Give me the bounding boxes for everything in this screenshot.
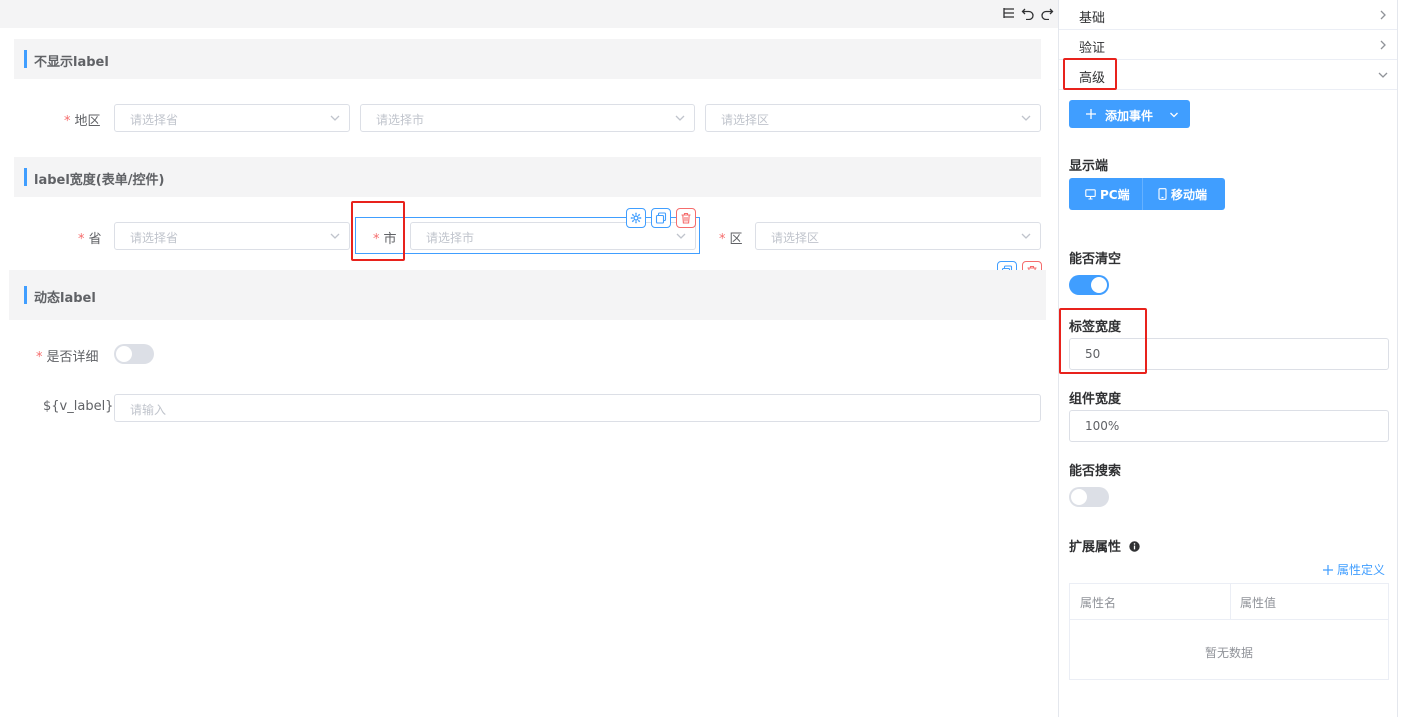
province-label: * 省 [78, 232, 102, 247]
chevron-down-icon [1021, 233, 1031, 239]
column-header-name: 属性名 [1080, 596, 1117, 610]
searchable-title: 能否搜索 [1069, 464, 1122, 479]
switch-knob [1071, 489, 1087, 505]
table-header: 属性名 属性值 [1070, 584, 1388, 620]
region-label: * 地区 [64, 114, 101, 129]
label-width-input[interactable]: 50 [1069, 338, 1389, 370]
add-attribute-link[interactable]: 属性定义 [1323, 561, 1385, 578]
display-pc-button[interactable]: PC端 [1069, 178, 1142, 210]
section-title: 不显示label [34, 55, 109, 70]
chevron-right-icon [1380, 40, 1386, 50]
copy-icon [655, 212, 667, 224]
var-label: ${v_label} [43, 399, 114, 414]
district-label: * 区 [719, 232, 743, 247]
accordion-advanced[interactable]: 高级 [1059, 60, 1397, 90]
add-event-label: 添加事件 [1105, 109, 1154, 123]
searchable-switch[interactable] [1069, 487, 1109, 507]
detail-switch[interactable] [114, 344, 154, 364]
component-copy-button[interactable] [651, 208, 671, 228]
component-width-title: 组件宽度 [1069, 392, 1122, 407]
mobile-icon [1158, 188, 1167, 200]
chevron-down-icon [330, 115, 340, 121]
section-title: label宽度(表单/控件) [34, 173, 165, 188]
chevron-down-icon [675, 115, 685, 121]
gear-icon [630, 212, 642, 224]
component-width-input[interactable]: 100% [1069, 410, 1389, 442]
detail-label: * 是否详细 [36, 350, 99, 365]
chevron-down-icon [330, 233, 340, 239]
section-header-label-width[interactable]: label宽度(表单/控件) [14, 157, 1041, 197]
component-settings-button[interactable] [626, 208, 646, 228]
section-accent-bar [24, 286, 27, 304]
clearable-title: 能否清空 [1069, 252, 1122, 267]
ext-attributes-table: 属性名 属性值 暂无数据 [1069, 583, 1389, 680]
plus-icon [1323, 565, 1333, 575]
trash-icon [681, 212, 691, 224]
accordion-validation[interactable]: 验证 [1059, 30, 1397, 60]
form-canvas: 不显示label * 地区 请选择省 请选择市 请选择区 label宽度(表单/控… [0, 0, 1058, 717]
section-header-dynamic-label[interactable]: 动态label [9, 270, 1046, 320]
properties-panel: 基础 验证 高级 添加事件 显示端 PC端 移动端 能否清空 标签宽度 50 组… [1059, 0, 1404, 717]
monitor-icon [1085, 189, 1096, 200]
section-title: 动态label [34, 291, 96, 306]
district-select[interactable]: 请选择区 [755, 222, 1041, 250]
region-province-select[interactable]: 请选择省 [114, 104, 350, 132]
city-label: * 市 [373, 232, 397, 247]
table-empty-text: 暂无数据 [1204, 646, 1253, 660]
column-header-value: 属性值 [1240, 596, 1277, 610]
canvas-toolbar [0, 0, 1058, 28]
label-width-title: 标签宽度 [1069, 320, 1122, 335]
plus-icon [1086, 109, 1096, 119]
chevron-right-icon [1380, 10, 1386, 20]
chevron-down-icon [1170, 112, 1178, 118]
chevron-down-icon [676, 233, 686, 239]
section-accent-bar [24, 50, 27, 68]
component-delete-button[interactable] [676, 208, 696, 228]
tree-icon[interactable] [1001, 6, 1017, 22]
undo-icon[interactable] [1020, 6, 1036, 22]
switch-knob [1091, 277, 1107, 293]
accordion-basic[interactable]: 基础 [1059, 0, 1397, 30]
accordion-label: 基础 [1079, 11, 1106, 26]
display-title: 显示端 [1069, 159, 1109, 174]
info-icon[interactable] [1128, 541, 1140, 552]
redo-icon[interactable] [1039, 6, 1055, 22]
panel-scroll-edge [1397, 0, 1398, 717]
column-divider [1230, 584, 1231, 620]
accordion-label: 验证 [1079, 41, 1106, 56]
add-event-button[interactable]: 添加事件 [1069, 100, 1190, 128]
region-city-select[interactable]: 请选择市 [360, 104, 695, 132]
region-district-select[interactable]: 请选择区 [705, 104, 1041, 132]
var-label-input[interactable]: 请输入 [114, 394, 1041, 422]
clearable-switch[interactable] [1069, 275, 1109, 295]
accordion-label: 高级 [1079, 71, 1106, 86]
chevron-down-icon [1021, 115, 1031, 121]
switch-knob [116, 346, 132, 362]
chevron-down-icon [1378, 72, 1388, 78]
display-segment: PC端 移动端 [1069, 178, 1225, 210]
province-select[interactable]: 请选择省 [114, 222, 350, 250]
ext-title: 扩展属性 [1069, 536, 1140, 555]
section-header-no-label[interactable]: 不显示label [14, 39, 1041, 79]
display-mobile-button[interactable]: 移动端 [1143, 178, 1225, 210]
section-accent-bar [24, 168, 27, 186]
